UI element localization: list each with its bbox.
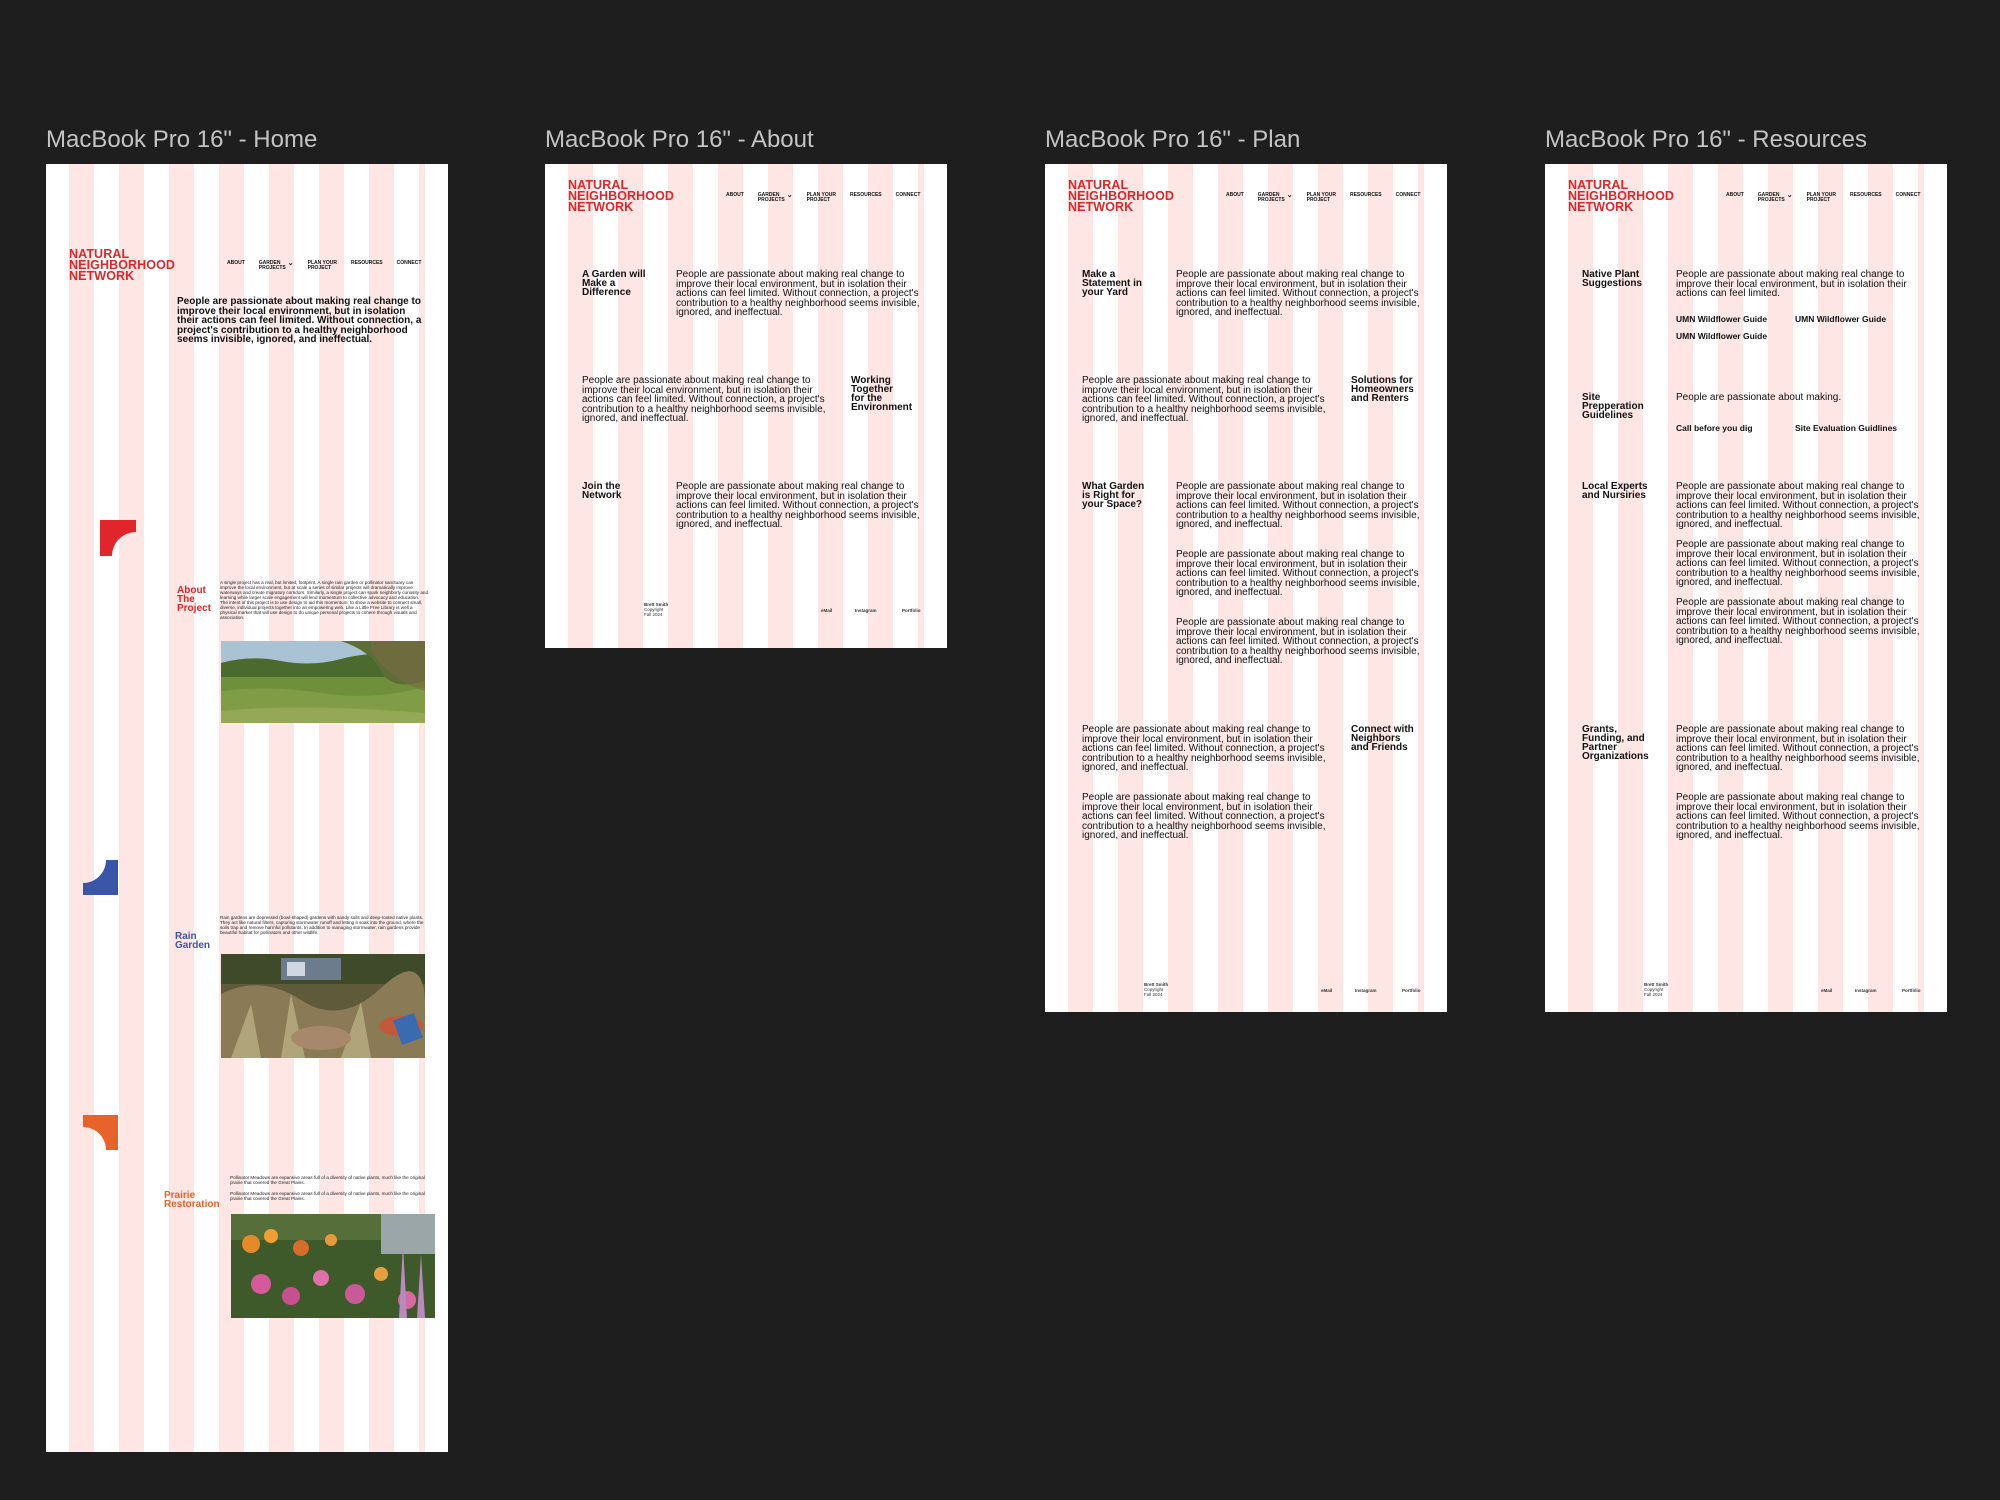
nav-resources[interactable]: RESOURCES — [1850, 193, 1882, 198]
nav-garden-projects[interactable]: GARDEN PROJECTS ⌄ — [758, 192, 793, 203]
grants-text-1: People are passionate about making real … — [1676, 724, 1920, 774]
nav-garden-projects[interactable]: GARDEN PROJECTS ⌄ — [1758, 192, 1793, 203]
site-logo[interactable]: NATURAL NEIGHBORHOOD NETWORK — [1568, 179, 1674, 214]
prairie-heading: Prairie Restoration — [164, 1190, 220, 1210]
site-logo[interactable]: NATURAL NEIGHBORHOOD NETWORK — [1068, 179, 1174, 214]
main-nav: ABOUT GARDEN PROJECTS ⌄ PLAN YOUR PROJECT R… — [227, 260, 422, 271]
grants-text-2: People are passionate about making real … — [1676, 792, 1920, 842]
site-logo[interactable]: NATURAL NEIGHBORHOOD NETWORK — [568, 179, 674, 214]
nav-resources[interactable]: RESOURCES — [351, 261, 383, 266]
nav-connect[interactable]: CONNECT — [397, 261, 422, 266]
footer-portfolio-link[interactable]: Portfolio — [902, 608, 921, 613]
resources-frame: NATURAL NEIGHBORHOOD NETWORK ABOUT GARDEN P… — [1545, 164, 1947, 1012]
plan-text-2: People are passionate about making real … — [1082, 375, 1326, 425]
call-before-dig-link[interactable]: Call before you dig — [1676, 423, 1753, 433]
footer-instagram-link[interactable]: Instagram — [855, 608, 877, 613]
about-project-heading: About The Project — [177, 585, 211, 614]
plan-text-4a: People are passionate about making real … — [1082, 724, 1326, 774]
frame-title-home[interactable]: MacBook Pro 16" - Home — [46, 126, 317, 154]
footer-email-link[interactable]: eMail — [1821, 988, 1832, 993]
plan-text-3a: People are passionate about making real … — [1176, 481, 1420, 531]
native-plant-text: People are passionate about making real … — [1676, 269, 1907, 300]
footer-instagram-link[interactable]: Instagram — [1355, 988, 1377, 993]
grants-heading: Grants, Funding, and Partner Organizations — [1582, 724, 1649, 762]
nav-plan[interactable]: PLAN YOUR PROJECT — [1807, 193, 1836, 203]
nav-plan[interactable]: PLAN YOUR PROJECT — [807, 193, 836, 203]
footer-portfolio-link[interactable]: Portfolio — [1902, 988, 1921, 993]
plan-heading-2: Solutions for Homeowners and Renters — [1351, 375, 1414, 404]
main-nav: ABOUT GARDEN PROJECTS ⌄ PLAN YOUR PROJECT R… — [726, 192, 921, 203]
about-project-text: A single project has a real, but limited… — [220, 580, 428, 620]
rain-garden-text: Rain gardens are depressed (bowl-shaped)… — [220, 915, 424, 935]
main-nav: ABOUT GARDEN PROJECTS ⌄ PLAN YOUR PROJECT R… — [1226, 192, 1421, 203]
nav-about[interactable]: ABOUT — [227, 261, 245, 266]
frame-title-resources[interactable]: MacBook Pro 16" - Resources — [1545, 126, 1867, 154]
about-text-3: People are passionate about making real … — [676, 481, 920, 531]
footer-credit: Brett Smith Copyright Fall 2024 — [1644, 982, 1669, 997]
site-evaluation-link[interactable]: Site Evaluation Guidlines — [1795, 423, 1897, 433]
plan-text-3c: People are passionate about making real … — [1176, 617, 1420, 667]
plan-heading-3: What Garden is Right for your Space? — [1082, 481, 1145, 510]
native-plant-heading: Native Plant Suggestions — [1582, 269, 1643, 289]
prairie-text: Pollinator Meadows are expansive areas f… — [230, 1175, 425, 1185]
nav-resources[interactable]: RESOURCES — [850, 193, 882, 198]
frame-title-about[interactable]: MacBook Pro 16" - About — [545, 126, 814, 154]
about-text-2: People are passionate about making real … — [582, 375, 826, 425]
meadow-photo — [221, 641, 425, 723]
footer-email-link[interactable]: eMail — [1321, 988, 1332, 993]
plan-frame: NATURAL NEIGHBORHOOD NETWORK ABOUT GARDEN P… — [1045, 164, 1447, 1012]
chevron-down-icon: ⌄ — [1786, 192, 1793, 199]
plan-text-3b: People are passionate about making real … — [1176, 549, 1420, 599]
nav-connect[interactable]: CONNECT — [1896, 193, 1921, 198]
site-logo[interactable]: NATURAL NEIGHBORHOOD NETWORK — [69, 248, 175, 283]
rain-garden-photo — [221, 954, 425, 1058]
plan-heading-1: Make a Statement in your Yard — [1082, 269, 1143, 298]
local-experts-heading: Local Experts and Nursiries — [1582, 481, 1648, 501]
main-nav: ABOUT GARDEN PROJECTS ⌄ PLAN YOUR PROJECT R… — [1726, 192, 1921, 203]
home-intro: People are passionate about making real … — [177, 296, 422, 346]
site-prep-heading: Site Prepperation Guidelines — [1582, 392, 1644, 421]
prairie-photo — [231, 1214, 435, 1318]
about-heading-1: A Garden will Make a Difference — [582, 269, 646, 298]
site-prep-text: People are passionate about making. — [1676, 392, 1842, 403]
nav-plan[interactable]: PLAN YOUR PROJECT — [1307, 193, 1336, 203]
rain-garden-heading: Rain Garden — [175, 931, 211, 951]
footer-instagram-link[interactable]: Instagram — [1855, 988, 1877, 993]
plan-text-1: People are passionate about making real … — [1176, 269, 1420, 319]
umn-wildflower-link-2[interactable]: UMN Wildflower Guide — [1795, 314, 1886, 324]
umn-wildflower-link-1[interactable]: UMN Wildflower Guide — [1676, 314, 1767, 324]
nav-about[interactable]: ABOUT — [726, 193, 744, 198]
footer-credit: Brett Smith Copyright Fall 2024 — [644, 602, 669, 617]
about-heading-2: Working Together for the Environment — [851, 375, 913, 413]
chevron-down-icon: ⌄ — [1286, 192, 1293, 199]
nav-about[interactable]: ABOUT — [1226, 193, 1244, 198]
nav-connect[interactable]: CONNECT — [1396, 193, 1421, 198]
nav-garden-projects[interactable]: GARDEN PROJECTS ⌄ — [259, 260, 294, 271]
chevron-down-icon: ⌄ — [287, 260, 294, 267]
footer-credit: Brett Smith Copyright Fall 2024 — [1144, 982, 1169, 997]
red-quarter-shape — [100, 520, 136, 556]
nav-connect[interactable]: CONNECT — [896, 193, 921, 198]
nav-garden-projects[interactable]: GARDEN PROJECTS ⌄ — [1258, 192, 1293, 203]
nav-plan[interactable]: PLAN YOUR PROJECT — [308, 261, 337, 271]
about-frame: NATURAL NEIGHBORHOOD NETWORK ABOUT GARDEN P… — [545, 164, 947, 648]
orange-quarter-shape — [83, 1115, 118, 1150]
plan-heading-4: Connect with Neighbors and Friends — [1351, 724, 1414, 753]
umn-wildflower-link-3[interactable]: UMN Wildflower Guide — [1676, 331, 1767, 341]
nav-resources[interactable]: RESOURCES — [1350, 193, 1382, 198]
footer-email-link[interactable]: eMail — [821, 608, 832, 613]
about-text-1: People are passionate about making real … — [676, 269, 920, 319]
local-experts-text-1: People are passionate about making real … — [1676, 481, 1920, 531]
local-experts-text-2: People are passionate about making real … — [1676, 539, 1920, 589]
prairie-text-2: Pollinator Meadows are expansive areas f… — [230, 1191, 425, 1201]
about-heading-3: Join the Network — [582, 481, 622, 501]
frame-title-plan[interactable]: MacBook Pro 16" - Plan — [1045, 126, 1300, 154]
home-frame: NATURAL NEIGHBORHOOD NETWORK ABOUT GARDEN P… — [46, 164, 448, 1452]
nav-about[interactable]: ABOUT — [1726, 193, 1744, 198]
plan-text-4b: People are passionate about making real … — [1082, 792, 1326, 842]
chevron-down-icon: ⌄ — [786, 192, 793, 199]
footer-portfolio-link[interactable]: Portfolio — [1402, 988, 1421, 993]
local-experts-text-3: People are passionate about making real … — [1676, 597, 1920, 647]
blue-quarter-shape — [83, 860, 118, 895]
